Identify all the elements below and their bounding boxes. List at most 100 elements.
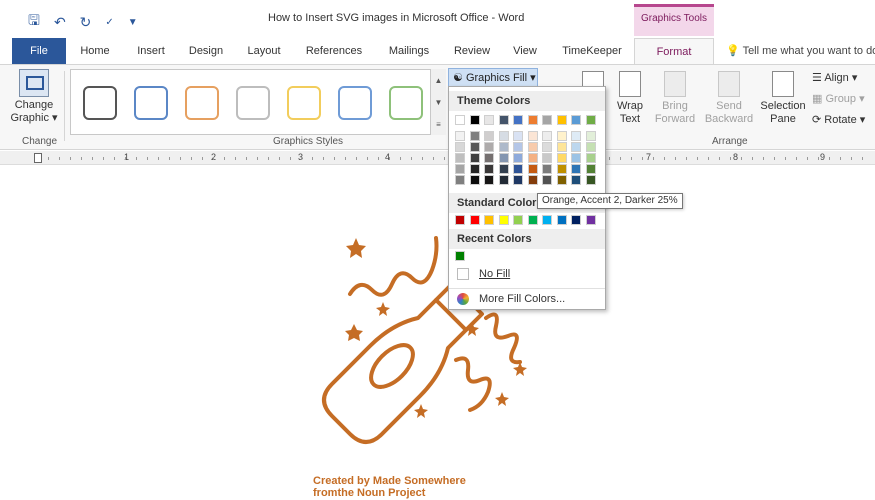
theme-shade-swatch[interactable] [571,131,581,141]
theme-color-swatch[interactable] [455,115,465,125]
tab-file[interactable]: File [12,38,66,64]
horizontal-ruler[interactable]: 123456789 [0,151,875,165]
tab-format[interactable]: Format [634,38,714,64]
theme-shade-swatch[interactable] [484,131,494,141]
theme-shade-swatch[interactable] [513,175,523,185]
theme-shade-swatch[interactable] [556,153,567,163]
theme-color-swatch[interactable] [498,115,509,125]
theme-shade-swatch[interactable] [455,131,465,141]
tab-timekeeper[interactable]: TimeKeeper [560,38,624,64]
theme-color-swatch[interactable] [484,115,494,125]
bring-forward-button[interactable]: Bring Forward [650,69,700,126]
theme-shade-swatch[interactable] [484,142,494,152]
tab-review[interactable]: Review [452,38,492,64]
standard-color-swatch[interactable] [513,215,523,225]
recent-color-swatch[interactable] [455,251,465,261]
theme-shade-swatch[interactable] [571,175,581,185]
redo-icon[interactable]: ↻ [80,14,92,31]
tab-insert[interactable]: Insert [133,38,169,64]
theme-shade-swatch[interactable] [498,131,509,141]
standard-color-swatch[interactable] [498,215,509,225]
theme-shade-swatch[interactable] [455,153,465,163]
theme-shade-swatch[interactable] [556,164,567,174]
document-page[interactable] [0,166,875,500]
theme-shade-swatch[interactable] [571,142,581,152]
theme-shade-swatch[interactable] [455,164,465,174]
standard-color-swatch[interactable] [469,215,480,225]
group-button[interactable]: ▦ Group ▾ [812,92,865,105]
theme-shade-swatch[interactable] [513,164,523,174]
theme-shade-swatch[interactable] [513,142,523,152]
theme-shade-swatch[interactable] [556,131,567,141]
theme-shade-swatch[interactable] [585,153,596,163]
theme-shade-swatch[interactable] [484,175,494,185]
graphics-style-swatch[interactable] [83,86,117,120]
theme-shade-swatch[interactable] [513,153,523,163]
theme-shade-swatch[interactable] [585,131,596,141]
tab-design[interactable]: Design [186,38,226,64]
theme-shade-swatch[interactable] [542,164,552,174]
tab-home[interactable]: Home [78,38,112,64]
tab-layout[interactable]: Layout [244,38,284,64]
theme-shade-swatch[interactable] [527,131,538,141]
theme-color-swatch[interactable] [556,115,567,125]
standard-color-swatch[interactable] [571,215,581,225]
rotate-button[interactable]: ⟳ Rotate ▾ [812,113,865,126]
customize-toolbar-icon[interactable]: ▼ [128,17,138,28]
scroll-up-icon[interactable]: ▲ [435,76,443,85]
undo-icon[interactable]: ↶ [54,14,66,31]
gallery-scroll[interactable]: ▲ ▼ ≡ [430,69,446,135]
theme-shade-swatch[interactable] [455,175,465,185]
send-backward-button[interactable]: Send Backward [702,69,756,126]
theme-shade-swatch[interactable] [469,142,480,152]
spelling-icon[interactable]: ✓ [105,17,113,28]
theme-shade-swatch[interactable] [527,175,538,185]
theme-color-swatch[interactable] [469,115,480,125]
theme-shade-swatch[interactable] [469,164,480,174]
theme-color-swatch[interactable] [571,115,581,125]
change-graphic-button[interactable]: Change Graphic ▾ [8,69,60,125]
theme-shade-swatch[interactable] [542,175,552,185]
theme-shade-swatch[interactable] [498,175,509,185]
theme-shade-swatch[interactable] [527,164,538,174]
wrap-text-button[interactable]: Wrap Text [612,69,648,126]
tab-references[interactable]: References [304,38,364,64]
indent-marker[interactable] [34,153,42,163]
theme-shade-swatch[interactable] [571,153,581,163]
theme-shade-swatch[interactable] [571,164,581,174]
theme-color-swatch[interactable] [542,115,552,125]
theme-shade-swatch[interactable] [585,175,596,185]
more-styles-icon[interactable]: ≡ [436,120,441,129]
graphics-style-swatch[interactable] [287,86,321,120]
theme-shade-swatch[interactable] [542,153,552,163]
standard-color-swatch[interactable] [585,215,596,225]
tab-view[interactable]: View [510,38,540,64]
align-button[interactable]: ☰ Align ▾ [812,71,857,84]
theme-shade-swatch[interactable] [498,153,509,163]
graphics-style-swatch[interactable] [185,86,219,120]
theme-shade-swatch[interactable] [542,131,552,141]
theme-shade-swatch[interactable] [484,164,494,174]
theme-shade-swatch[interactable] [484,153,494,163]
theme-shade-swatch[interactable] [455,142,465,152]
standard-color-swatch[interactable] [527,215,538,225]
tab-mailings[interactable]: Mailings [385,38,433,64]
theme-shade-swatch[interactable] [556,142,567,152]
theme-color-swatch[interactable] [527,115,538,125]
theme-shade-swatch[interactable] [527,153,538,163]
theme-shade-swatch[interactable] [513,131,523,141]
theme-shade-swatch[interactable] [585,164,596,174]
theme-shade-swatch[interactable] [469,153,480,163]
save-icon[interactable]: 🖫 [28,10,40,34]
graphics-style-swatch[interactable] [389,86,423,120]
more-fill-colors-option[interactable]: More Fill Colors... [449,288,605,308]
standard-color-swatch[interactable] [484,215,494,225]
theme-shade-swatch[interactable] [585,142,596,152]
theme-shade-swatch[interactable] [498,142,509,152]
theme-color-swatch[interactable] [513,115,523,125]
no-fill-option[interactable]: No Fill [449,264,605,284]
standard-color-swatch[interactable] [455,215,465,225]
champagne-graphic[interactable] [0,166,875,500]
theme-shade-swatch[interactable] [527,142,538,152]
theme-color-swatch[interactable] [585,115,596,125]
